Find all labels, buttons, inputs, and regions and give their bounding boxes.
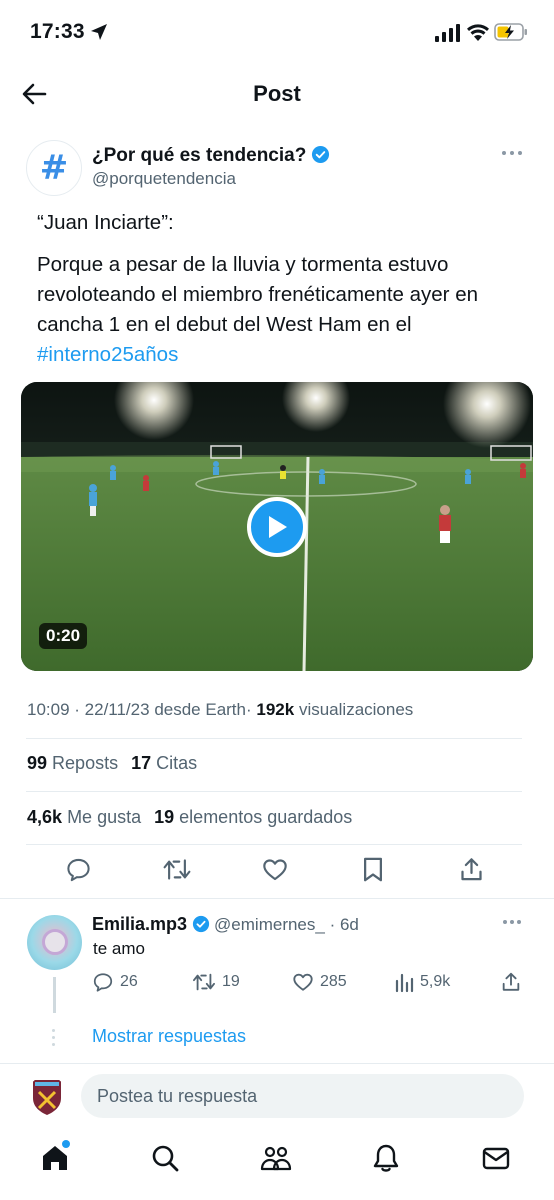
bottom-nav: [0, 1127, 554, 1200]
post-header: Post: [0, 64, 554, 124]
search-icon[interactable]: [150, 1143, 180, 1173]
cellular-signal-icon: [435, 24, 460, 42]
post-action-bar: [0, 856, 554, 886]
quotes-count: 17: [131, 753, 152, 773]
reply-icon: [93, 973, 113, 992]
show-replies-link[interactable]: Mostrar respuestas: [92, 1026, 246, 1047]
post-body: Porque a pesar de la lluvia y tormenta e…: [37, 253, 478, 336]
page-title: Post: [253, 81, 301, 106]
author-handle[interactable]: @porquetendencia: [92, 169, 236, 189]
reply-author-name: Emilia.mp3: [92, 914, 188, 934]
battery-charging-icon: [494, 23, 527, 41]
reply-item[interactable]: Emilia.mp3 @emimernes_ · 6d te amo 26 19 …: [0, 905, 554, 1055]
repost-stats: 99 Reposts 17 Citas: [27, 753, 197, 774]
quotes-label: Citas: [156, 753, 198, 773]
post-author: # ¿Por qué es tendencia? @porquetendenci…: [26, 140, 531, 200]
reply-like-button[interactable]: 285: [292, 971, 347, 993]
thread-line: [53, 977, 56, 1013]
reposts-stat[interactable]: 99 Reposts: [27, 753, 118, 773]
post-text: “Juan Inciarte”: Porque a pesar de la ll…: [37, 208, 527, 370]
quotes-stat[interactable]: 17 Citas: [131, 753, 197, 773]
more-options-icon[interactable]: [502, 919, 522, 925]
reply-icon[interactable]: [65, 856, 92, 883]
author-name[interactable]: ¿Por qué es tendencia?: [92, 145, 330, 167]
communities-icon[interactable]: [259, 1143, 293, 1173]
verified-badge-icon: [192, 915, 210, 933]
reply-comment-button[interactable]: 26: [92, 971, 138, 993]
video-player[interactable]: 0:20: [21, 382, 533, 671]
reply-views-button[interactable]: 5,9k: [394, 971, 450, 993]
reply-action-bar: 26 19 285 5,9k: [92, 971, 532, 995]
thread-dots: [52, 1029, 56, 1050]
location-arrow-icon: [91, 24, 107, 40]
bookmark-icon[interactable]: [361, 856, 385, 883]
bookmarks-count: 19: [154, 807, 175, 827]
reply-handle: @emimernes_: [214, 915, 325, 934]
status-bar: 17:33: [0, 0, 554, 64]
play-icon: [269, 516, 287, 538]
post-source: desde Earth: [154, 700, 246, 719]
reply-replies-count: 26: [120, 973, 138, 990]
like-heart-icon[interactable]: [261, 856, 289, 883]
share-icon: [502, 972, 520, 991]
views-count: 192k: [256, 700, 295, 719]
reply-views-count: 5,9k: [420, 973, 451, 990]
wifi-icon: [467, 24, 489, 41]
views-label: visualizaciones: [298, 700, 414, 719]
new-content-dot: [62, 1140, 70, 1148]
like-stats: 4,6k Me gusta 19 elementos guardados: [27, 807, 352, 828]
likes-stat[interactable]: 4,6k Me gusta: [27, 807, 141, 827]
share-icon[interactable]: [458, 856, 485, 883]
divider: [26, 791, 522, 792]
reply-author[interactable]: Emilia.mp3 @emimernes_ · 6d: [92, 914, 359, 935]
repost-icon[interactable]: [162, 856, 192, 883]
notifications-bell-icon[interactable]: [372, 1143, 400, 1173]
reply-likes-count: 285: [320, 973, 347, 990]
reply-age: 6d: [339, 915, 359, 934]
like-heart-icon: [293, 973, 313, 991]
avatar[interactable]: [27, 915, 82, 970]
bookmarks-label: elementos guardados: [179, 807, 353, 827]
reposts-count: 99: [27, 753, 48, 773]
post-quote: “Juan Inciarte”:: [37, 211, 174, 234]
video-duration: 0:20: [39, 623, 88, 649]
bookmarks-stat[interactable]: 19 elementos guardados: [154, 807, 352, 827]
divider: [26, 738, 522, 739]
reposts-label: Reposts: [52, 753, 119, 773]
repost-icon: [193, 973, 215, 991]
reply-input[interactable]: [81, 1074, 524, 1118]
reply-share-button[interactable]: [500, 971, 522, 993]
status-time: 17:33: [30, 20, 85, 43]
messages-envelope-icon[interactable]: [481, 1143, 511, 1173]
play-button[interactable]: [247, 497, 307, 557]
hashtag-link[interactable]: #interno25años: [37, 343, 178, 366]
hashtag-avatar-glyph: #: [39, 148, 69, 188]
more-options-icon[interactable]: [501, 150, 523, 156]
views-chart-icon: [395, 973, 414, 993]
verified-badge-icon: [312, 145, 330, 164]
divider: [0, 898, 554, 899]
post-time: 10:09: [27, 700, 70, 719]
author-name-text: ¿Por qué es tendencia?: [92, 145, 307, 166]
post-meta: 10:09 · 22/11/23 desde Earth· 192k visua…: [27, 700, 414, 719]
avatar[interactable]: #: [26, 140, 82, 196]
divider: [26, 844, 522, 845]
reply-reposts-count: 19: [222, 973, 240, 990]
reply-text: te amo: [93, 939, 145, 958]
likes-label: Me gusta: [67, 807, 142, 827]
reply-composer: [0, 1063, 554, 1127]
reply-repost-button[interactable]: 19: [192, 971, 240, 993]
avatar[interactable]: [27, 1076, 67, 1116]
likes-count: 4,6k: [27, 807, 63, 827]
post-date: 22/11/23: [84, 700, 150, 719]
